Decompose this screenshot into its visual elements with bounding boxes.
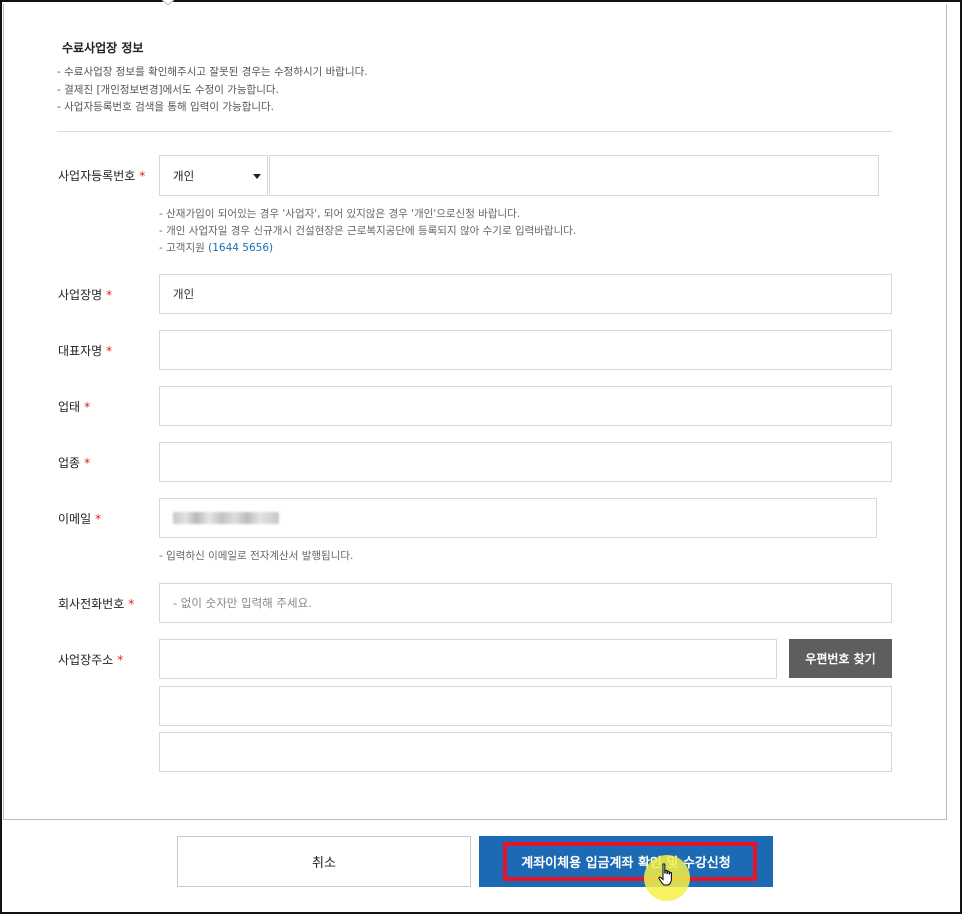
- biztype-label-text: 업태: [58, 400, 81, 414]
- required-mark: *: [139, 169, 146, 183]
- required-mark: *: [95, 512, 102, 526]
- hand-cursor-icon: [658, 863, 672, 886]
- cancel-button[interactable]: 취소: [177, 836, 471, 887]
- bizno-type-value: 개인: [173, 168, 195, 183]
- phone-input[interactable]: - 없이 숫자만 입력해 주세요.: [159, 583, 892, 623]
- panel-notch: [162, 0, 174, 6]
- address-label: 사업장주소 *: [58, 651, 123, 668]
- redacted-email: [173, 512, 279, 524]
- bizno-type-select[interactable]: 개인: [159, 155, 268, 196]
- bizno-label: 사업자등록번호 *: [58, 167, 145, 184]
- bizitem-label-text: 업종: [58, 456, 81, 470]
- phone-label-text: 회사전화번호: [58, 597, 125, 611]
- bizno-label-text: 사업자등록번호: [58, 169, 136, 183]
- required-mark: *: [84, 456, 91, 470]
- ceo-input[interactable]: [159, 330, 892, 370]
- section-note: - 수료사업장 정보를 확인해주시고 잘못된 경우는 수정하시기 바랍니다.: [57, 66, 368, 78]
- email-help: - 입력하신 이메일로 전자계산서 발행됩니다.: [159, 550, 354, 562]
- ceo-label-text: 대표자명: [58, 344, 103, 358]
- required-mark: *: [84, 400, 91, 414]
- email-label-text: 이메일: [58, 512, 92, 526]
- caret-down-icon: [253, 174, 261, 179]
- phone-label: 회사전화번호 *: [58, 595, 134, 612]
- support-prefix: - 고객지원: [159, 242, 205, 254]
- biztype-input[interactable]: [159, 386, 892, 426]
- address-line3-input[interactable]: [159, 732, 892, 772]
- required-mark: *: [117, 653, 124, 667]
- address-label-text: 사업장주소: [58, 653, 114, 667]
- click-highlight-box: [503, 842, 757, 881]
- bizno-help: - 개인 사업자일 경우 신규개시 건설현장은 근로복지공단에 등록되지 않아 …: [159, 225, 577, 237]
- required-mark: *: [106, 288, 113, 302]
- section-divider: [57, 131, 892, 132]
- section-note: - 결제진 [개인정보변경]에서도 수정이 가능합니다.: [57, 84, 279, 96]
- support-phone: (1644 5656): [208, 242, 274, 254]
- bizitem-input[interactable]: [159, 442, 892, 482]
- bizname-label-text: 사업장명: [58, 288, 103, 302]
- required-mark: *: [128, 597, 135, 611]
- bizname-input[interactable]: 개인: [159, 274, 892, 314]
- address-line2-input[interactable]: [159, 686, 892, 726]
- bizno-input[interactable]: [269, 155, 879, 196]
- email-input[interactable]: [159, 498, 877, 538]
- section-title: 수료사업장 정보: [62, 41, 144, 55]
- bizitem-label: 업종 *: [58, 454, 90, 471]
- section-note: - 사업자등록번호 검색을 통해 입력이 가능합니다.: [57, 101, 275, 113]
- email-label: 이메일 *: [58, 510, 101, 527]
- bizname-label: 사업장명 *: [58, 286, 112, 303]
- support-help: - 고객지원 (1644 5656): [159, 240, 273, 255]
- ceo-label: 대표자명 *: [58, 342, 112, 359]
- postcode-input[interactable]: [159, 639, 777, 679]
- required-mark: *: [106, 344, 113, 358]
- biztype-label: 업태 *: [58, 398, 90, 415]
- postcode-search-button[interactable]: 우편번호 찾기: [789, 639, 892, 678]
- bizno-help: - 산재가입이 되어있는 경우 '사업자', 되어 있지않은 경우 '개인'으로…: [159, 208, 521, 220]
